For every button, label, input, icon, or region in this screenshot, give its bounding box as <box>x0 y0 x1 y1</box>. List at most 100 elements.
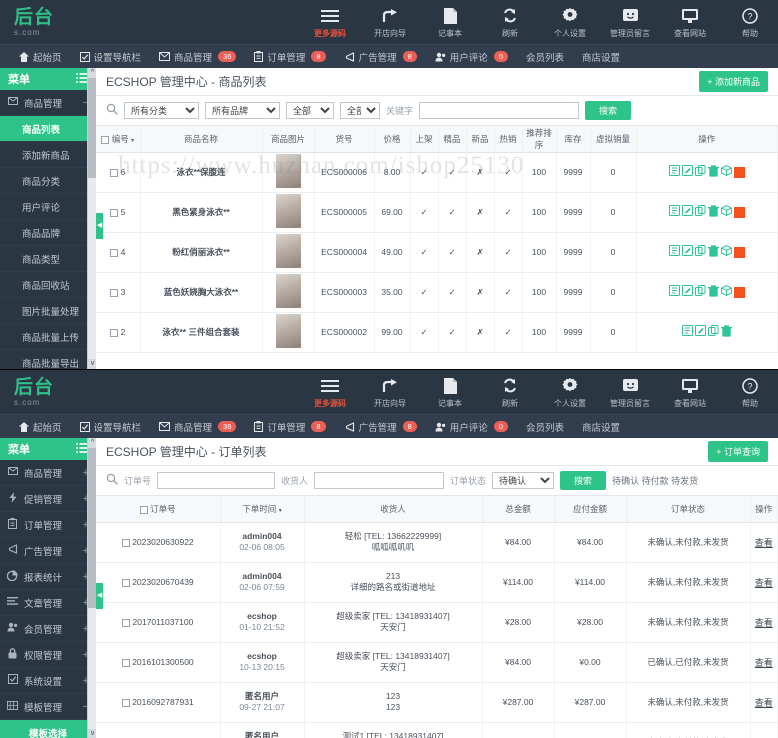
row-checkbox[interactable] <box>121 698 130 707</box>
copy-icon[interactable] <box>694 165 706 179</box>
row-checkbox[interactable] <box>122 618 131 627</box>
th-order-time[interactable]: 下单时间 ▾ <box>220 496 305 523</box>
tool-more-source[interactable]: 更多源码 <box>300 370 360 414</box>
row-checkbox[interactable] <box>110 168 119 177</box>
tool-view-site[interactable]: 查看网站 <box>660 0 720 44</box>
order-query-button[interactable]: + 订单查询 <box>708 441 768 462</box>
edit-icon[interactable] <box>681 165 693 179</box>
sidebar-item-article[interactable]: 文章管理 + <box>0 590 96 616</box>
sidebar-item-lightning[interactable]: 促销管理 + <box>0 486 96 512</box>
view-icon[interactable] <box>668 285 680 299</box>
add-product-button[interactable]: + 添加新商品 <box>699 71 768 92</box>
delete-icon[interactable] <box>707 284 719 300</box>
view-order-link[interactable]: 查看 <box>755 698 773 708</box>
tool-more-source[interactable]: 更多源码 <box>300 0 360 44</box>
view-icon[interactable] <box>668 205 680 219</box>
cell-hot[interactable]: ✓ <box>494 192 523 233</box>
scroll-up-arrow[interactable]: ^ <box>88 438 96 448</box>
consignee-input[interactable] <box>314 472 445 489</box>
sidebar-item-pie-chart[interactable]: 报表统计 + <box>0 564 96 590</box>
status2-select[interactable]: 全部 <box>340 102 380 119</box>
sidebar-collapse-handle[interactable]: ◀ <box>96 213 103 239</box>
table-row[interactable]: 5 黑色紧身泳衣** ECS000005 69.00 ✓ ✓ ✗ ✓ 100 9… <box>96 192 778 233</box>
sidebar-item-add-product[interactable]: 添加新商品 <box>0 142 96 168</box>
table-row[interactable]: 2 泳衣** 三件组合套装 ECS000002 99.00 ✓ ✓ ✗ ✓ 10… <box>96 312 778 353</box>
cell-new[interactable]: ✗ <box>466 192 495 233</box>
sidebar-menu-header[interactable]: 菜单 <box>0 68 96 90</box>
sidebar-item-product-list[interactable]: 商品列表 <box>0 116 96 142</box>
edit-icon[interactable] <box>681 285 693 299</box>
order-status-select[interactable]: 待确认 <box>492 472 555 489</box>
subnav-item-home[interactable]: 起始页 <box>10 45 71 69</box>
subnav-item-shop-settings[interactable]: 商店设置 <box>573 45 629 69</box>
status1-select[interactable]: 全部 <box>286 102 334 119</box>
subnav-item-comments[interactable]: 用户评论 0 <box>426 45 517 69</box>
cell-new[interactable]: ✗ <box>466 312 495 353</box>
subnav-item-orders[interactable]: 订单管理 8 <box>245 415 334 439</box>
view-order-link[interactable]: 查看 <box>755 538 773 548</box>
scroll-up-arrow[interactable]: ^ <box>88 68 96 78</box>
tool-admin-message[interactable]: 管理员留言 <box>600 0 660 44</box>
delete-icon[interactable] <box>707 244 719 260</box>
tool-refresh[interactable]: 刷新 <box>480 0 540 44</box>
cell-hot[interactable]: ✓ <box>494 152 523 193</box>
cell-best[interactable]: ✓ <box>438 152 467 193</box>
view-order-link[interactable]: 查看 <box>755 658 773 668</box>
table-row[interactable]: 2016090467060 匿名用户09-04 21:52 测试1 [TEL: … <box>96 722 778 738</box>
cell-hot[interactable]: ✓ <box>494 232 523 273</box>
table-row[interactable]: 2023020670439 admin004 02-06 07:59 213 详细的… <box>96 562 778 603</box>
brand-logo[interactable]: 后台 s.com <box>0 7 120 37</box>
table-row[interactable]: 3 蓝色妖娆胸大泳衣** ECS000003 35.00 ✓ ✓ ✗ ✓ 100… <box>96 272 778 313</box>
cell-onsale[interactable]: ✓ <box>410 192 439 233</box>
delete-icon[interactable] <box>707 164 719 180</box>
cell-new[interactable]: ✗ <box>466 152 495 193</box>
table-row[interactable]: 6 泳衣**保腹连 ECS000006 8.00 ✓ ✓ ✗ ✓ 100 999… <box>96 152 778 193</box>
cell-best[interactable]: ✓ <box>438 232 467 273</box>
sidebar-item-comments[interactable]: 用户评论 <box>0 194 96 220</box>
delete-icon[interactable] <box>720 324 732 340</box>
sidebar-item-batch-upload[interactable]: 商品批量上传 <box>0 324 96 350</box>
order-search-button[interactable]: 搜索 <box>560 471 607 490</box>
sidebar-item-recycle[interactable]: 商品回收站 <box>0 272 96 298</box>
cell-best[interactable]: ✓ <box>438 312 467 353</box>
tool-notepad[interactable]: 记事本 <box>420 0 480 44</box>
copy-icon[interactable] <box>694 205 706 219</box>
copy-icon[interactable] <box>694 245 706 259</box>
row-checkbox[interactable] <box>110 248 119 257</box>
scroll-thumb[interactable] <box>88 78 96 178</box>
edit-icon[interactable] <box>681 205 693 219</box>
sidebar-item-type[interactable]: 商品类型 <box>0 246 96 272</box>
keyword-input[interactable] <box>419 102 580 119</box>
copy-icon[interactable] <box>707 325 719 339</box>
scroll-down-arrow[interactable]: v <box>88 729 96 738</box>
scroll-thumb[interactable] <box>88 448 96 608</box>
table-row[interactable]: 2016092787931 匿名用户 09-27 21:07 123 123 ¥28… <box>96 682 778 723</box>
color-swatch-icon[interactable] <box>733 286 745 298</box>
view-order-link[interactable]: 查看 <box>755 578 773 588</box>
row-checkbox[interactable] <box>110 328 119 337</box>
row-checkbox[interactable] <box>121 538 130 547</box>
sidebar-item-brand[interactable]: 商品品牌 <box>0 220 96 246</box>
sidebar-item-system-settings[interactable]: 系统设置 + <box>0 668 96 694</box>
package-icon[interactable] <box>720 165 732 179</box>
tool-help[interactable]: ? 帮助 <box>720 0 778 44</box>
sidebar-scrollbar[interactable]: ^ v <box>87 68 96 369</box>
order-no-input[interactable] <box>157 472 276 489</box>
tool-help[interactable]: ? 帮助 <box>720 370 778 414</box>
subnav-item-orders[interactable]: 订单管理 8 <box>245 45 334 69</box>
color-swatch-icon[interactable] <box>733 246 745 258</box>
sidebar-item-batch-export[interactable]: 商品批量导出 <box>0 350 96 370</box>
table-row[interactable]: 4 粉红俏丽泳衣** ECS000004 49.00 ✓ ✓ ✗ ✓ 100 9… <box>96 232 778 273</box>
sidebar-group-products[interactable]: 商品管理 − <box>0 90 96 116</box>
table-row[interactable]: 2017011037100 ecshop 01-10 21:52 超级卖家 [TE… <box>96 602 778 643</box>
package-icon[interactable] <box>720 245 732 259</box>
sidebar-item-box[interactable]: 商品管理 + <box>0 460 96 486</box>
sidebar-item-members[interactable]: 会员管理 + <box>0 616 96 642</box>
subnav-item-home[interactable]: 起始页 <box>10 415 71 439</box>
product-search-button[interactable]: 搜索 <box>585 101 632 120</box>
sidebar-item-order[interactable]: 订单管理 + <box>0 512 96 538</box>
th-order-no[interactable]: 订单号 <box>96 496 221 523</box>
cell-new[interactable]: ✗ <box>466 232 495 273</box>
cell-best[interactable]: ✓ <box>438 272 467 313</box>
cell-onsale[interactable]: ✓ <box>410 232 439 273</box>
